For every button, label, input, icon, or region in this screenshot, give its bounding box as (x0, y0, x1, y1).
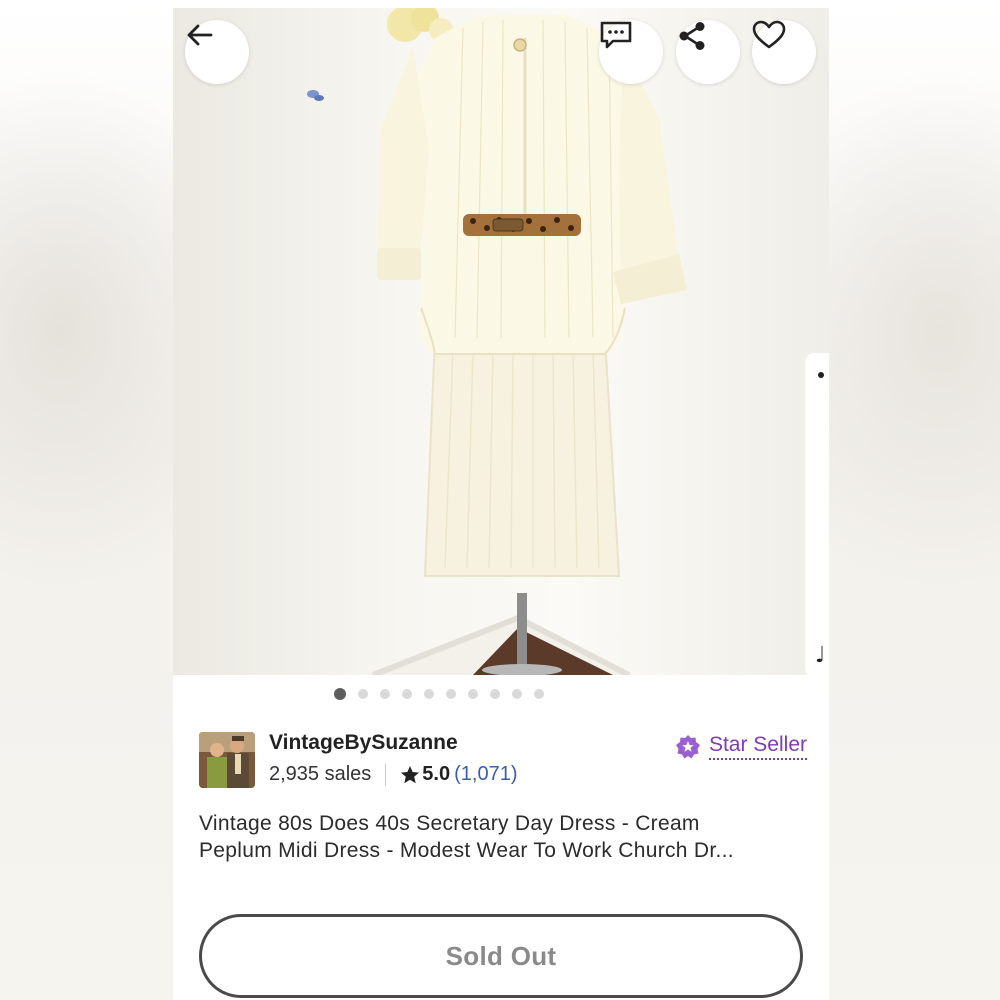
listing-card: ♩ VintageBySuzanne 2,935 sales 5.0 (1,07… (173, 8, 829, 1000)
pager-dot[interactable] (402, 689, 412, 699)
pager-dot[interactable] (424, 689, 434, 699)
listing-title: Vintage 80s Does 40s Secretary Day Dress… (199, 810, 809, 864)
share-icon (679, 22, 705, 50)
heart-outline-icon (752, 20, 786, 49)
shop-stats: 2,935 sales 5.0 (1,071) (269, 763, 517, 786)
butterfly-decoration (307, 90, 324, 101)
divider (385, 763, 387, 786)
sold-out-button[interactable]: Sold Out (199, 914, 803, 998)
back-button[interactable] (185, 20, 249, 84)
pager-dot[interactable] (534, 689, 544, 699)
shop-rating: 5.0 (400, 763, 450, 786)
peek-dot (818, 372, 824, 378)
star-seller-badge[interactable]: Star Seller (675, 733, 807, 760)
arrow-left-icon (187, 24, 213, 46)
pager-dot[interactable] (380, 689, 390, 699)
shop-avatar[interactable] (199, 732, 255, 788)
share-button[interactable] (676, 20, 740, 84)
dress-photo-illustration (307, 8, 687, 675)
music-note-icon: ♩ (815, 643, 826, 668)
message-seller-button[interactable] (599, 20, 663, 84)
listing-photo[interactable] (173, 8, 829, 675)
pager-dot[interactable] (446, 689, 456, 699)
star-seller-icon (675, 734, 700, 758)
review-count-link[interactable]: (1,071) (454, 763, 517, 786)
image-pager[interactable] (173, 686, 767, 702)
shop-name[interactable]: VintageBySuzanne (269, 731, 458, 755)
listing-title-line: Vintage 80s Does 40s Secretary Day Dress… (199, 812, 700, 835)
rating-value: 5.0 (422, 763, 451, 785)
pager-dot[interactable] (358, 689, 368, 699)
pager-dot[interactable] (334, 688, 346, 700)
next-image-peek[interactable]: ♩ (805, 353, 829, 678)
pager-dot[interactable] (490, 689, 500, 699)
star-icon (401, 765, 420, 783)
favorite-button[interactable] (752, 20, 816, 84)
sales-count: 2,935 sales (269, 763, 372, 785)
pager-dot[interactable] (512, 689, 522, 699)
listing-title-line: Peplum Midi Dress - Modest Wear To Work … (199, 839, 734, 862)
shop-info[interactable]: VintageBySuzanne 2,935 sales 5.0 (1,071)… (199, 731, 807, 791)
message-dots-icon (600, 21, 632, 49)
star-seller-label[interactable]: Star Seller (708, 733, 807, 760)
pager-dot[interactable] (468, 689, 478, 699)
